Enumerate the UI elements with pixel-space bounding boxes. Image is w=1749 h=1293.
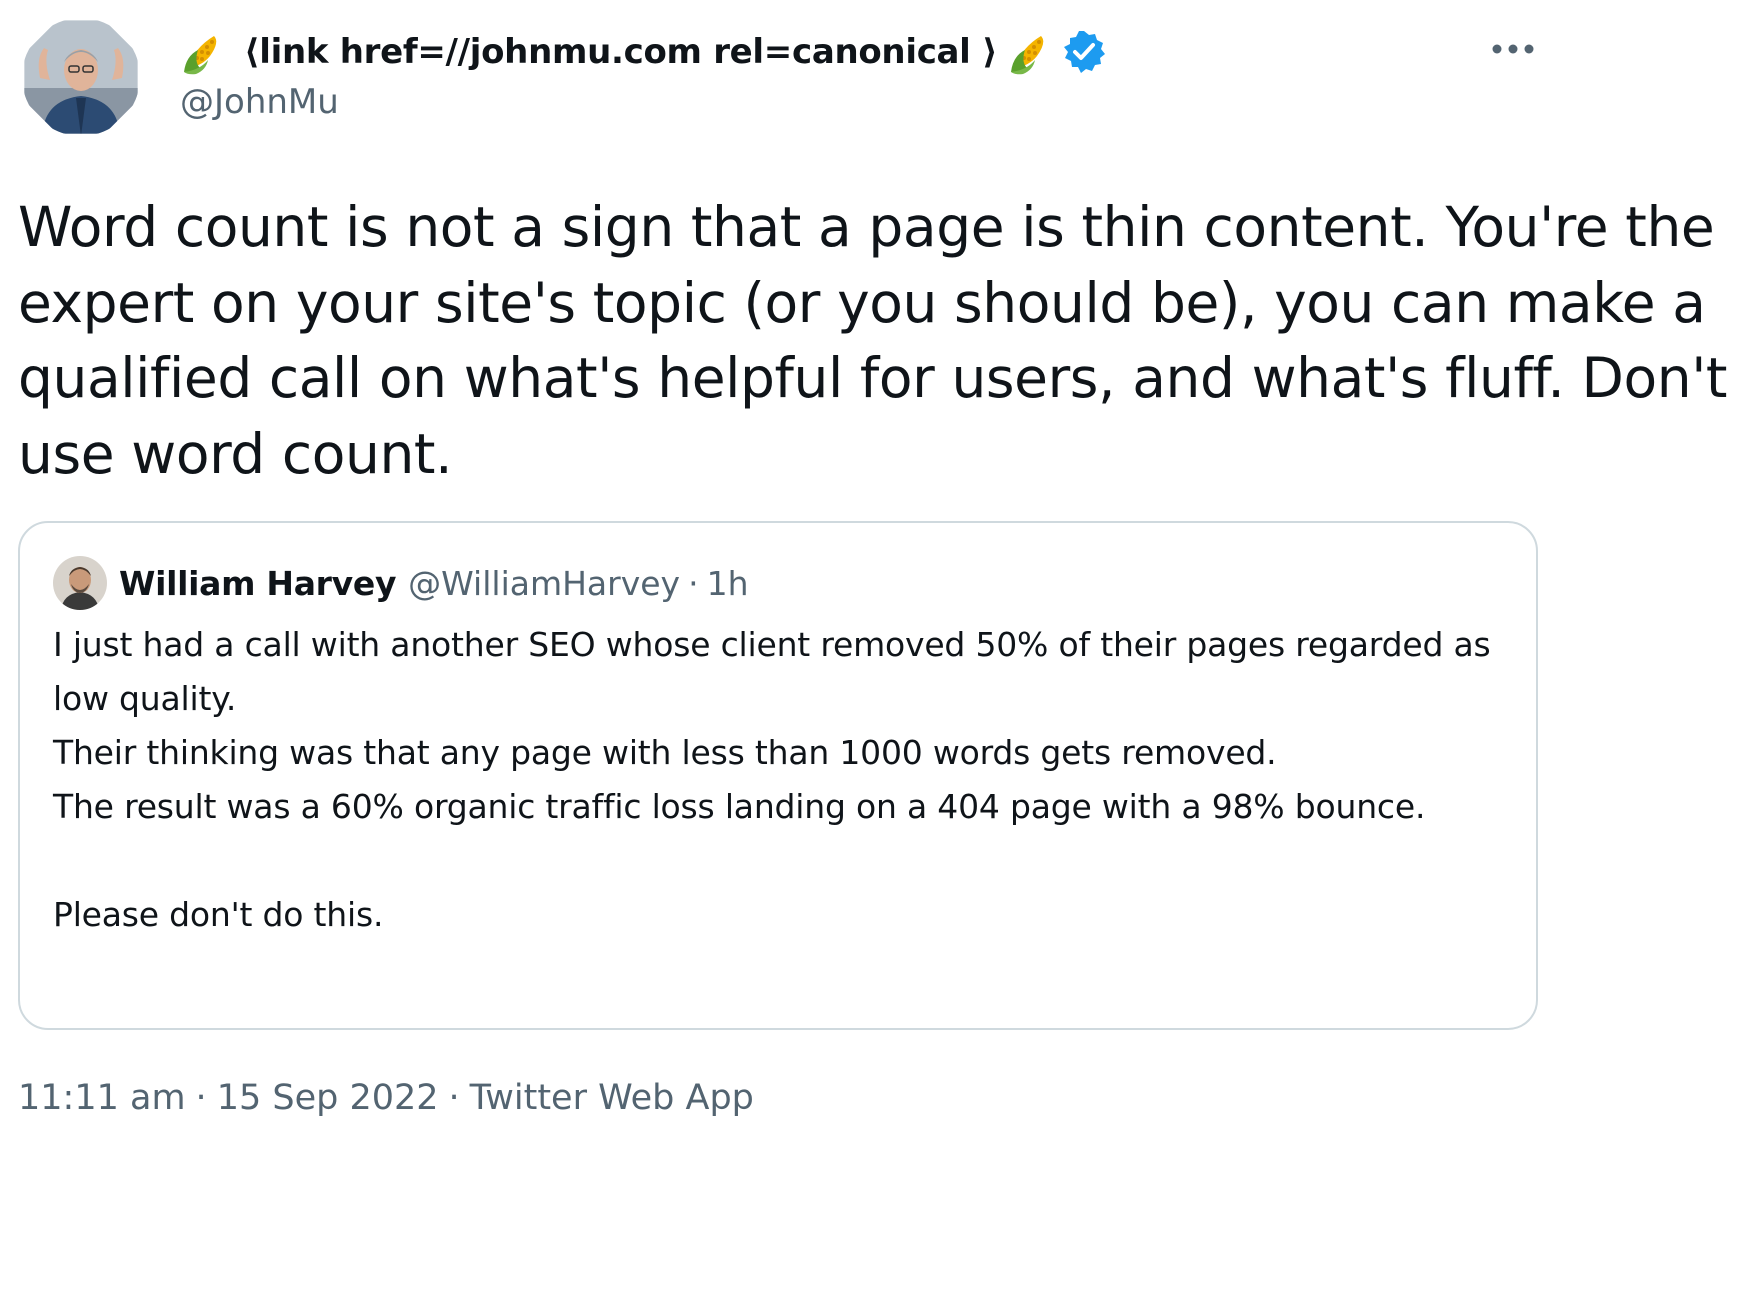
quoted-author-handle: @WilliamHarvey	[408, 563, 681, 603]
quoted-tweet-text: I just had a call with another SEO whose…	[53, 618, 1513, 942]
tweet-time-link[interactable]: 11:11 am	[18, 1078, 186, 1118]
verified-badge-icon	[1061, 29, 1107, 75]
author-handle[interactable]: @JohnMu	[180, 82, 339, 122]
quoted-author-avatar	[53, 556, 107, 610]
tweet-date-link[interactable]: 15 Sep 2022	[217, 1078, 439, 1118]
quoted-tweet-line: I just had a call with another SEO whose…	[53, 625, 1491, 718]
quoted-tweet-card[interactable]: William Harvey @WilliamHarvey · 1h I jus…	[18, 521, 1538, 1030]
corn-icon	[180, 28, 228, 76]
quoted-author-name: William Harvey	[119, 563, 397, 603]
quoted-tweet-header: William Harvey @WilliamHarvey · 1h	[53, 555, 749, 611]
more-options-button[interactable]	[1480, 26, 1546, 72]
separator-dot: ·	[448, 1078, 460, 1118]
more-dots-icon	[1492, 44, 1534, 54]
tweet-metadata: 11:11 am · 15 Sep 2022 · Twitter Web App	[18, 1078, 754, 1118]
quoted-tweet-line: The result was a 60% organic traffic los…	[53, 787, 1426, 826]
quoted-tweet-line: Their thinking was that any page with le…	[53, 733, 1277, 772]
separator-dot: ·	[688, 563, 699, 603]
corn-icon	[1007, 28, 1055, 76]
author-avatar[interactable]	[24, 20, 138, 134]
author-display-name-row[interactable]: ⟨link href=//johnmu.com rel=canonical ⟩	[180, 26, 1107, 78]
tweet-text: Word count is not a sign that a page is …	[18, 195, 1728, 486]
quoted-tweet-time: 1h	[706, 563, 749, 603]
quoted-tweet-line: Please don't do this.	[53, 895, 384, 934]
tweet-source-link[interactable]: Twitter Web App	[470, 1078, 754, 1118]
author-display-name[interactable]: ⟨link href=//johnmu.com rel=canonical ⟩	[244, 32, 998, 72]
separator-dot: ·	[195, 1078, 207, 1118]
